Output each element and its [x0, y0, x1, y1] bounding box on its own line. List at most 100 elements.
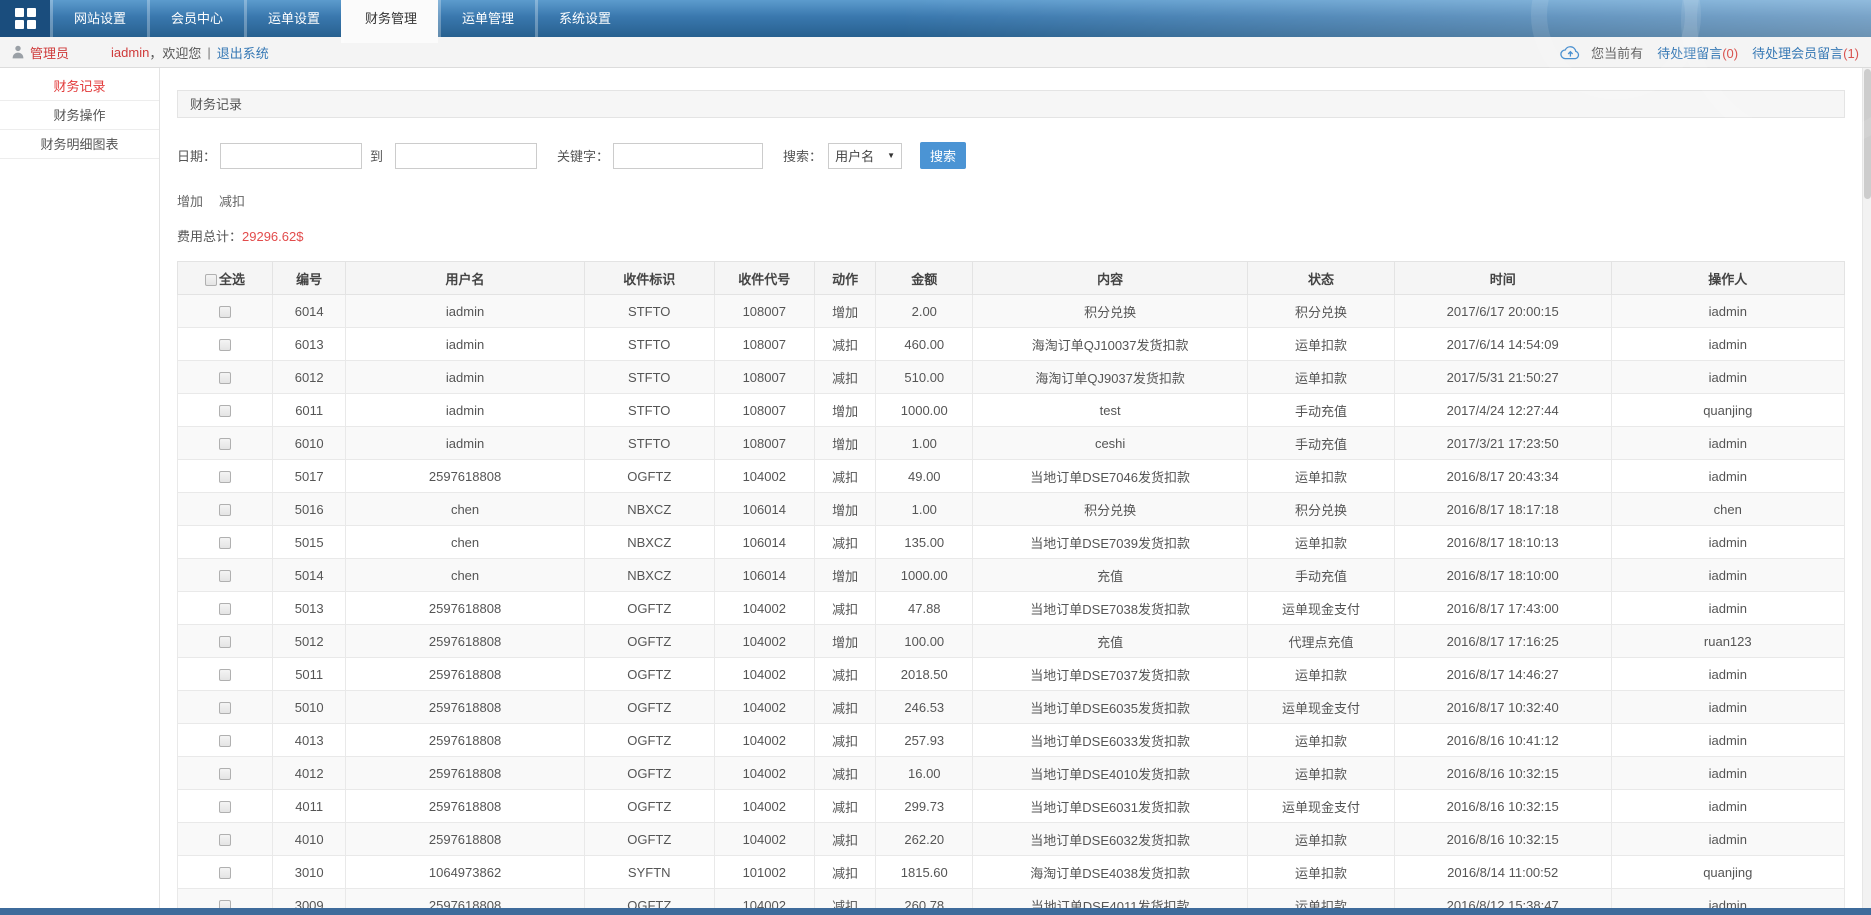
- table-row: 6014iadminSTFTO108007增加2.00积分兑换积分兑换2017/…: [178, 295, 1845, 328]
- row-checkbox[interactable]: [219, 636, 231, 648]
- row-checkbox[interactable]: [219, 834, 231, 846]
- select-all-checkbox[interactable]: [205, 274, 217, 286]
- cell: 当地订单DSE6035发货扣款: [973, 691, 1248, 724]
- cell: 6011: [273, 394, 346, 427]
- cell: 运单扣款: [1248, 328, 1395, 361]
- nav-tab-6[interactable]: 系统设置: [535, 0, 632, 37]
- search-type-select[interactable]: 用户名 ▼: [828, 143, 902, 169]
- row-checkbox[interactable]: [219, 306, 231, 318]
- row-checkbox[interactable]: [219, 867, 231, 879]
- row-checkbox[interactable]: [219, 372, 231, 384]
- keyword-label: 关键字：: [557, 146, 609, 165]
- records-table: 全选编号用户名收件标识收件代号动作金额内容状态时间操作人 6014iadminS…: [177, 261, 1845, 908]
- cell: OGFTZ: [584, 724, 714, 757]
- cell: 2597618808: [346, 691, 584, 724]
- cell: iadmin: [1611, 889, 1844, 909]
- cell: 运单扣款: [1248, 460, 1395, 493]
- sidebar-item-2[interactable]: 财务操作: [0, 101, 159, 130]
- cell: 2016/8/17 10:32:40: [1394, 691, 1611, 724]
- cell: iadmin: [1611, 592, 1844, 625]
- pending-link-2[interactable]: 待处理会员留言(1): [1752, 43, 1859, 62]
- cell: 108007: [714, 394, 814, 427]
- keyword-input[interactable]: [613, 143, 763, 169]
- logout-link[interactable]: 退出系统: [217, 43, 269, 62]
- checkbox-cell: [178, 460, 273, 493]
- cell: 当地订单DSE7037发货扣款: [973, 658, 1248, 691]
- nav-tab-1[interactable]: 网站设置: [50, 0, 147, 37]
- column-header: 时间: [1394, 262, 1611, 295]
- cell: 104002: [714, 658, 814, 691]
- search-button[interactable]: 搜索: [920, 142, 966, 169]
- cell: 2597618808: [346, 790, 584, 823]
- row-checkbox[interactable]: [219, 735, 231, 747]
- row-checkbox[interactable]: [219, 570, 231, 582]
- cell: 2597618808: [346, 757, 584, 790]
- sidebar-item-1[interactable]: 财务记录: [0, 72, 159, 101]
- pending-link-1[interactable]: 待处理留言(0): [1657, 43, 1738, 62]
- row-checkbox[interactable]: [219, 504, 231, 516]
- scrollbar-thumb[interactable]: [1864, 69, 1871, 199]
- cell: iadmin: [346, 295, 584, 328]
- cell: OGFTZ: [584, 625, 714, 658]
- cell: iadmin: [346, 394, 584, 427]
- cell: 104002: [714, 823, 814, 856]
- row-checkbox[interactable]: [219, 471, 231, 483]
- cell: iadmin: [1611, 328, 1844, 361]
- cell: 减扣: [814, 724, 876, 757]
- nav-tab-2[interactable]: 会员中心: [147, 0, 244, 37]
- total-row: 费用总计：29296.62$: [177, 226, 1845, 245]
- table-row: 6010iadminSTFTO108007增加1.00ceshi手动充值2017…: [178, 427, 1845, 460]
- row-checkbox[interactable]: [219, 768, 231, 780]
- cell: 增加: [814, 559, 876, 592]
- table-row: 6011iadminSTFTO108007增加1000.00test手动充值20…: [178, 394, 1845, 427]
- cell: 减扣: [814, 856, 876, 889]
- cell: chen: [346, 559, 584, 592]
- cell: 1000.00: [876, 394, 973, 427]
- cell: OGFTZ: [584, 460, 714, 493]
- nav-tab-4[interactable]: 财务管理: [341, 0, 438, 43]
- row-checkbox[interactable]: [219, 900, 231, 908]
- cell: NBXCZ: [584, 559, 714, 592]
- user-bar: 管理员 iadmin ，欢迎您 | 退出系统 您当前有 待处理留言(0)待处理会…: [0, 37, 1871, 68]
- checkbox-cell: [178, 625, 273, 658]
- cell: 4013: [273, 724, 346, 757]
- cell: 2016/8/17 18:10:13: [1394, 526, 1611, 559]
- cell: 5012: [273, 625, 346, 658]
- bottom-edge: [0, 908, 1871, 915]
- row-checkbox[interactable]: [219, 339, 231, 351]
- cell: 运单扣款: [1248, 658, 1395, 691]
- cell: 5011: [273, 658, 346, 691]
- row-checkbox[interactable]: [219, 702, 231, 714]
- cell: 减扣: [814, 526, 876, 559]
- row-checkbox[interactable]: [219, 669, 231, 681]
- apps-grid-icon[interactable]: [0, 0, 50, 37]
- checkbox-cell: [178, 427, 273, 460]
- table-row: 40112597618808OGFTZ104002减扣299.73当地订单DSE…: [178, 790, 1845, 823]
- cell: 2.00: [876, 295, 973, 328]
- search-type-label: 搜索：: [783, 146, 822, 165]
- notifications-area: 您当前有 待处理留言(0)待处理会员留言(1): [1560, 43, 1859, 62]
- cell: 5014: [273, 559, 346, 592]
- cell: 运单扣款: [1248, 526, 1395, 559]
- cell: 2016/8/17 18:10:00: [1394, 559, 1611, 592]
- separator: |: [207, 45, 210, 60]
- vertical-scrollbar[interactable]: [1862, 68, 1871, 908]
- row-checkbox[interactable]: [219, 405, 231, 417]
- deduct-link[interactable]: 减扣: [219, 191, 245, 210]
- cell: 3009: [273, 889, 346, 909]
- row-checkbox[interactable]: [219, 438, 231, 450]
- nav-tabs: 网站设置会员中心运单设置财务管理运单管理系统设置: [50, 0, 632, 37]
- add-link[interactable]: 增加: [177, 191, 203, 210]
- sidebar-item-3[interactable]: 财务明细图表: [0, 130, 159, 159]
- cell: 257.93: [876, 724, 973, 757]
- date-from-input[interactable]: [220, 143, 362, 169]
- nav-tab-5[interactable]: 运单管理: [438, 0, 535, 37]
- nav-tab-3[interactable]: 运单设置: [244, 0, 341, 37]
- row-checkbox[interactable]: [219, 537, 231, 549]
- row-checkbox[interactable]: [219, 603, 231, 615]
- cell: iadmin: [1611, 724, 1844, 757]
- table-row: 50132597618808OGFTZ104002减扣47.88当地订单DSE7…: [178, 592, 1845, 625]
- table-row: 40132597618808OGFTZ104002减扣257.93当地订单DSE…: [178, 724, 1845, 757]
- row-checkbox[interactable]: [219, 801, 231, 813]
- date-to-input[interactable]: [395, 143, 537, 169]
